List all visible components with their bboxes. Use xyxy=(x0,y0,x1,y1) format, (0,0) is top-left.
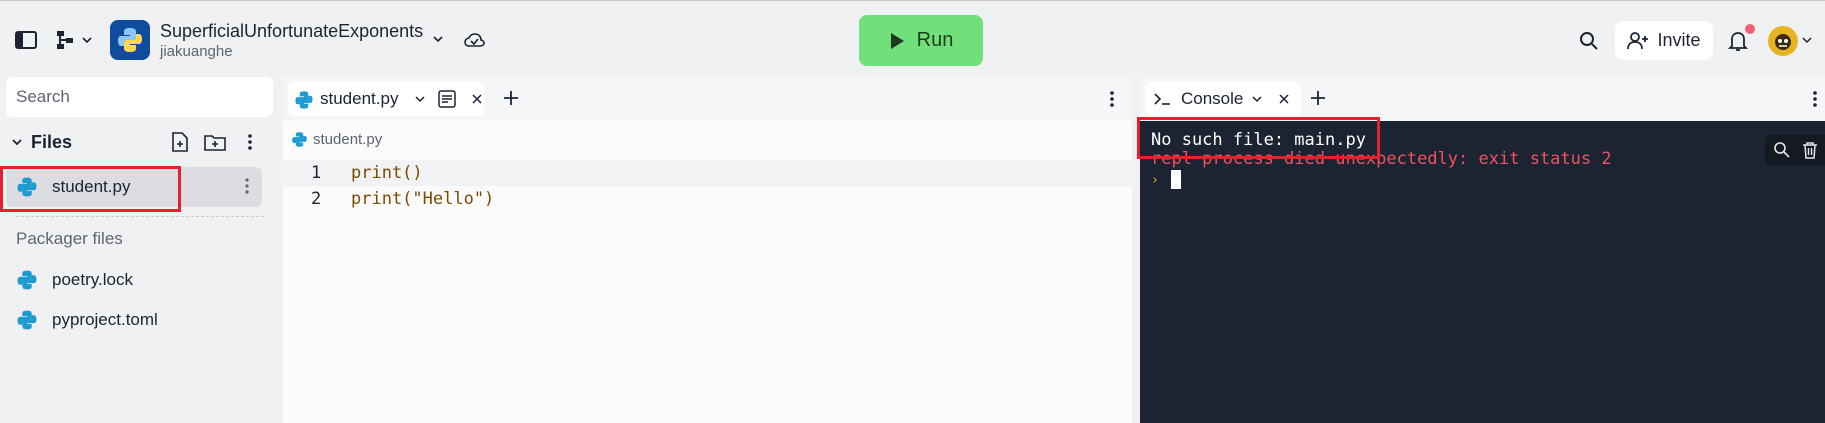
breadcrumb-label: student.py xyxy=(313,131,383,148)
python-icon xyxy=(16,176,38,203)
console-output[interactable]: No such file: main.py repl process died … xyxy=(1140,121,1825,423)
chevron-down-icon[interactable] xyxy=(10,135,24,149)
avatar-icon xyxy=(1775,34,1791,50)
file-tree-icon[interactable] xyxy=(56,29,96,51)
python-icon xyxy=(291,131,308,153)
files-label: Files xyxy=(31,132,73,152)
more-vertical-icon[interactable] xyxy=(1107,89,1117,109)
run-button-label: Run xyxy=(916,29,954,51)
file-name: student.py xyxy=(52,177,131,196)
chevron-down-icon[interactable] xyxy=(1251,93,1263,105)
cloud-check-icon[interactable] xyxy=(463,29,485,51)
editor-tab-bar: student.py xyxy=(283,77,1132,121)
console-tab-bar: Console xyxy=(1140,77,1825,121)
file-sidebar: Files student.py Packager files poetry.l… xyxy=(0,77,283,423)
python-icon xyxy=(16,269,38,296)
packager-files-label: Packager files xyxy=(16,229,123,248)
repl-python-logo[interactable] xyxy=(110,20,150,60)
more-vertical-icon[interactable] xyxy=(244,177,254,197)
document-icon[interactable] xyxy=(438,90,456,108)
more-vertical-icon[interactable] xyxy=(244,132,256,152)
close-icon[interactable] xyxy=(1277,92,1291,106)
new-file-icon[interactable] xyxy=(170,132,190,152)
console-output-line: No such file: main.py xyxy=(1151,130,1366,150)
divider xyxy=(16,216,264,217)
line-number: 1 xyxy=(311,163,322,183)
plus-icon[interactable] xyxy=(1308,88,1328,108)
editor-pane: student.py student.py 1 print() 2 print(… xyxy=(283,77,1132,423)
code-line[interactable]: 2 print("Hello") xyxy=(283,186,1132,212)
repl-owner[interactable]: jiakuanghe xyxy=(160,43,233,60)
line-number: 2 xyxy=(311,189,322,209)
chevron-down-icon[interactable] xyxy=(1801,34,1813,46)
file-name: poetry.lock xyxy=(52,270,133,289)
file-item-poetry-lock[interactable]: poetry.lock xyxy=(6,262,262,298)
console-error-line: repl process died unexpectedly: exit sta… xyxy=(1151,149,1612,169)
code-line[interactable]: 1 print() xyxy=(283,160,1132,186)
plus-icon[interactable] xyxy=(501,88,521,108)
console-pane: Console No such file: main.py repl proce… xyxy=(1140,77,1825,423)
tab-student-py[interactable]: student.py xyxy=(288,82,484,116)
add-user-icon xyxy=(1627,31,1649,49)
new-folder-icon[interactable] xyxy=(204,132,226,152)
chevron-down-icon[interactable] xyxy=(430,31,446,47)
terminal-icon xyxy=(1153,91,1171,107)
python-icon xyxy=(16,309,38,336)
file-name: pyproject.toml xyxy=(52,310,158,329)
close-icon[interactable] xyxy=(470,92,484,106)
tab-label: Console xyxy=(1181,89,1244,108)
play-icon xyxy=(890,32,904,49)
file-item-student-py[interactable]: student.py xyxy=(6,167,262,207)
notification-dot xyxy=(1745,24,1755,34)
avatar[interactable] xyxy=(1768,26,1798,56)
trash-icon[interactable] xyxy=(1801,141,1819,159)
line-code[interactable]: print("Hello") xyxy=(351,189,494,209)
repl-name[interactable]: SuperficialUnfortunateExponents xyxy=(160,21,423,42)
line-code[interactable]: print() xyxy=(351,163,423,183)
console-cursor xyxy=(1171,170,1181,189)
sidebar-toggle-icon[interactable] xyxy=(14,30,38,50)
chevron-down-icon[interactable] xyxy=(414,93,426,105)
python-icon xyxy=(294,90,314,115)
search-icon[interactable] xyxy=(1773,141,1791,159)
search-input[interactable] xyxy=(6,77,273,117)
run-button[interactable]: Run xyxy=(859,15,983,66)
console-prompt: › xyxy=(1151,173,1159,188)
invite-button[interactable]: Invite xyxy=(1615,21,1713,60)
top-bar: SuperficialUnfortunateExponents jiakuang… xyxy=(0,0,1825,77)
tab-console[interactable]: Console xyxy=(1145,82,1301,116)
files-header[interactable]: Files xyxy=(8,129,278,155)
more-vertical-icon[interactable] xyxy=(1810,89,1820,109)
invite-label: Invite xyxy=(1657,30,1701,50)
tab-label: student.py xyxy=(320,89,399,108)
search-icon[interactable] xyxy=(1578,30,1600,52)
file-item-pyproject-toml[interactable]: pyproject.toml xyxy=(6,302,262,338)
console-toolbar xyxy=(1765,135,1825,165)
